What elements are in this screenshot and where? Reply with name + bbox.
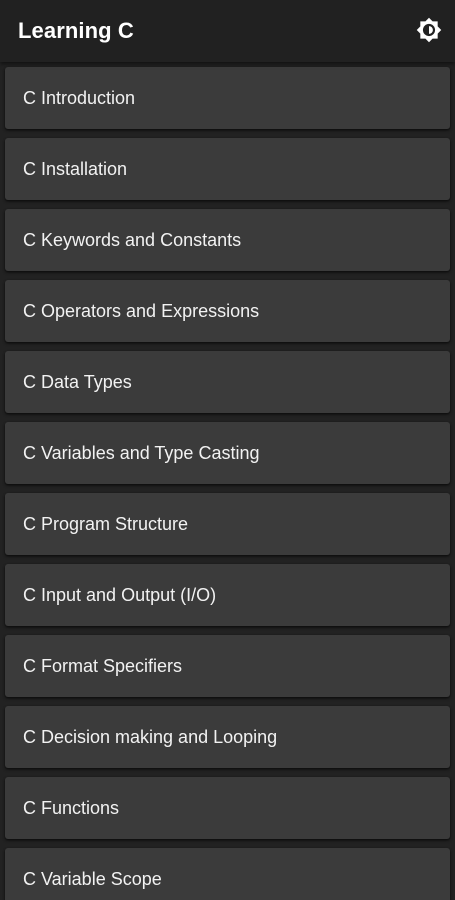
topic-label: C Functions xyxy=(23,798,120,818)
topic-label: C Data Types xyxy=(23,372,132,392)
topic-item[interactable]: C Functions xyxy=(5,777,450,839)
topic-item[interactable]: C Introduction xyxy=(5,67,450,129)
topic-item[interactable]: C Variables and Type Casting xyxy=(5,422,450,484)
app-bar: Learning C xyxy=(0,0,455,62)
topic-item[interactable]: C Data Types xyxy=(5,351,450,413)
topic-label: C Program Structure xyxy=(23,514,189,534)
topic-item[interactable]: C Decision making and Looping xyxy=(5,706,450,768)
topic-label: C Input and Output (I/O) xyxy=(23,585,217,605)
theme-toggle-button[interactable] xyxy=(413,14,445,46)
topic-item[interactable]: C Installation xyxy=(5,138,450,200)
topic-list: C Introduction C Installation C Keywords a… xyxy=(0,62,455,900)
topic-label: C Decision making and Looping xyxy=(23,727,278,747)
topic-label: C Format Specifiers xyxy=(23,656,183,676)
brightness-icon xyxy=(416,17,442,43)
topic-label: C Installation xyxy=(23,159,128,179)
app-title: Learning C xyxy=(18,18,134,43)
topic-label: C Introduction xyxy=(23,88,136,108)
topic-label: C Variables and Type Casting xyxy=(23,443,260,463)
topic-item[interactable]: C Input and Output (I/O) xyxy=(5,564,450,626)
topic-item[interactable]: C Format Specifiers xyxy=(5,635,450,697)
topic-item[interactable]: C Keywords and Constants xyxy=(5,209,450,271)
topic-item[interactable]: C Variable Scope xyxy=(5,848,450,900)
topic-label: C Variable Scope xyxy=(23,869,162,889)
topic-label: C Operators and Expressions xyxy=(23,301,260,321)
topic-item[interactable]: C Program Structure xyxy=(5,493,450,555)
topic-label: C Keywords and Constants xyxy=(23,230,242,250)
topic-item[interactable]: C Operators and Expressions xyxy=(5,280,450,342)
